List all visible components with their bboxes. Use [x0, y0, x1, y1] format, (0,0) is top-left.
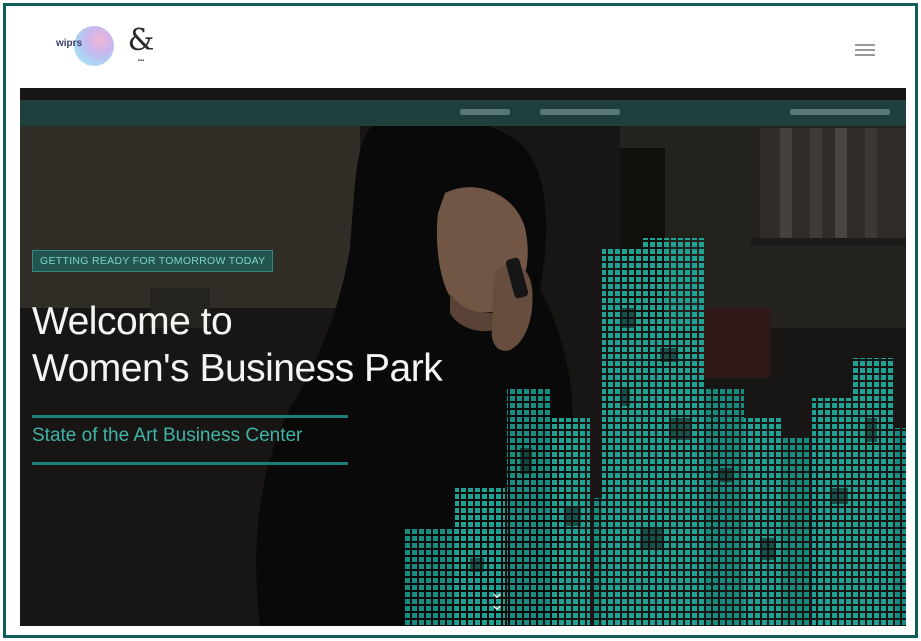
nav-link-1[interactable] — [460, 109, 510, 115]
logo-text: wiprs — [56, 38, 83, 49]
nav-link-3[interactable] — [790, 109, 890, 115]
hamburger-menu-icon[interactable] — [855, 44, 875, 56]
nav-strip — [20, 100, 906, 126]
wiprs-logo[interactable]: wiprs — [56, 24, 114, 70]
double-chevron-down-icon[interactable]: ⌄ ⌄ — [486, 583, 508, 613]
site-header: wiprs & ▪▪▪ — [6, 6, 915, 86]
partner-logo-mark: ▪▪▪ — [137, 58, 145, 64]
partner-logo[interactable]: & ▪▪▪ — [126, 26, 156, 74]
hero-subheadline: State of the Art Business Center — [32, 425, 303, 446]
hero-tagline: GETTING READY FOR TOMORROW TODAY — [32, 250, 274, 272]
hero-headline: Welcome to Women's Business Park — [32, 298, 443, 392]
subheadline-rule-top — [32, 415, 348, 418]
headline-line-1: Welcome to — [32, 300, 233, 343]
headline-line-2: Women's Business Park — [32, 347, 443, 390]
browser-frame: wiprs & ▪▪▪ GETTING READY FOR TOMORROW T… — [3, 3, 918, 638]
subheadline-rule-bottom — [32, 462, 348, 465]
hero-section: GETTING READY FOR TOMORROW TODAY Welcome… — [20, 88, 906, 626]
nav-link-2[interactable] — [540, 109, 620, 115]
ampersand-logo-icon: & — [127, 23, 155, 58]
